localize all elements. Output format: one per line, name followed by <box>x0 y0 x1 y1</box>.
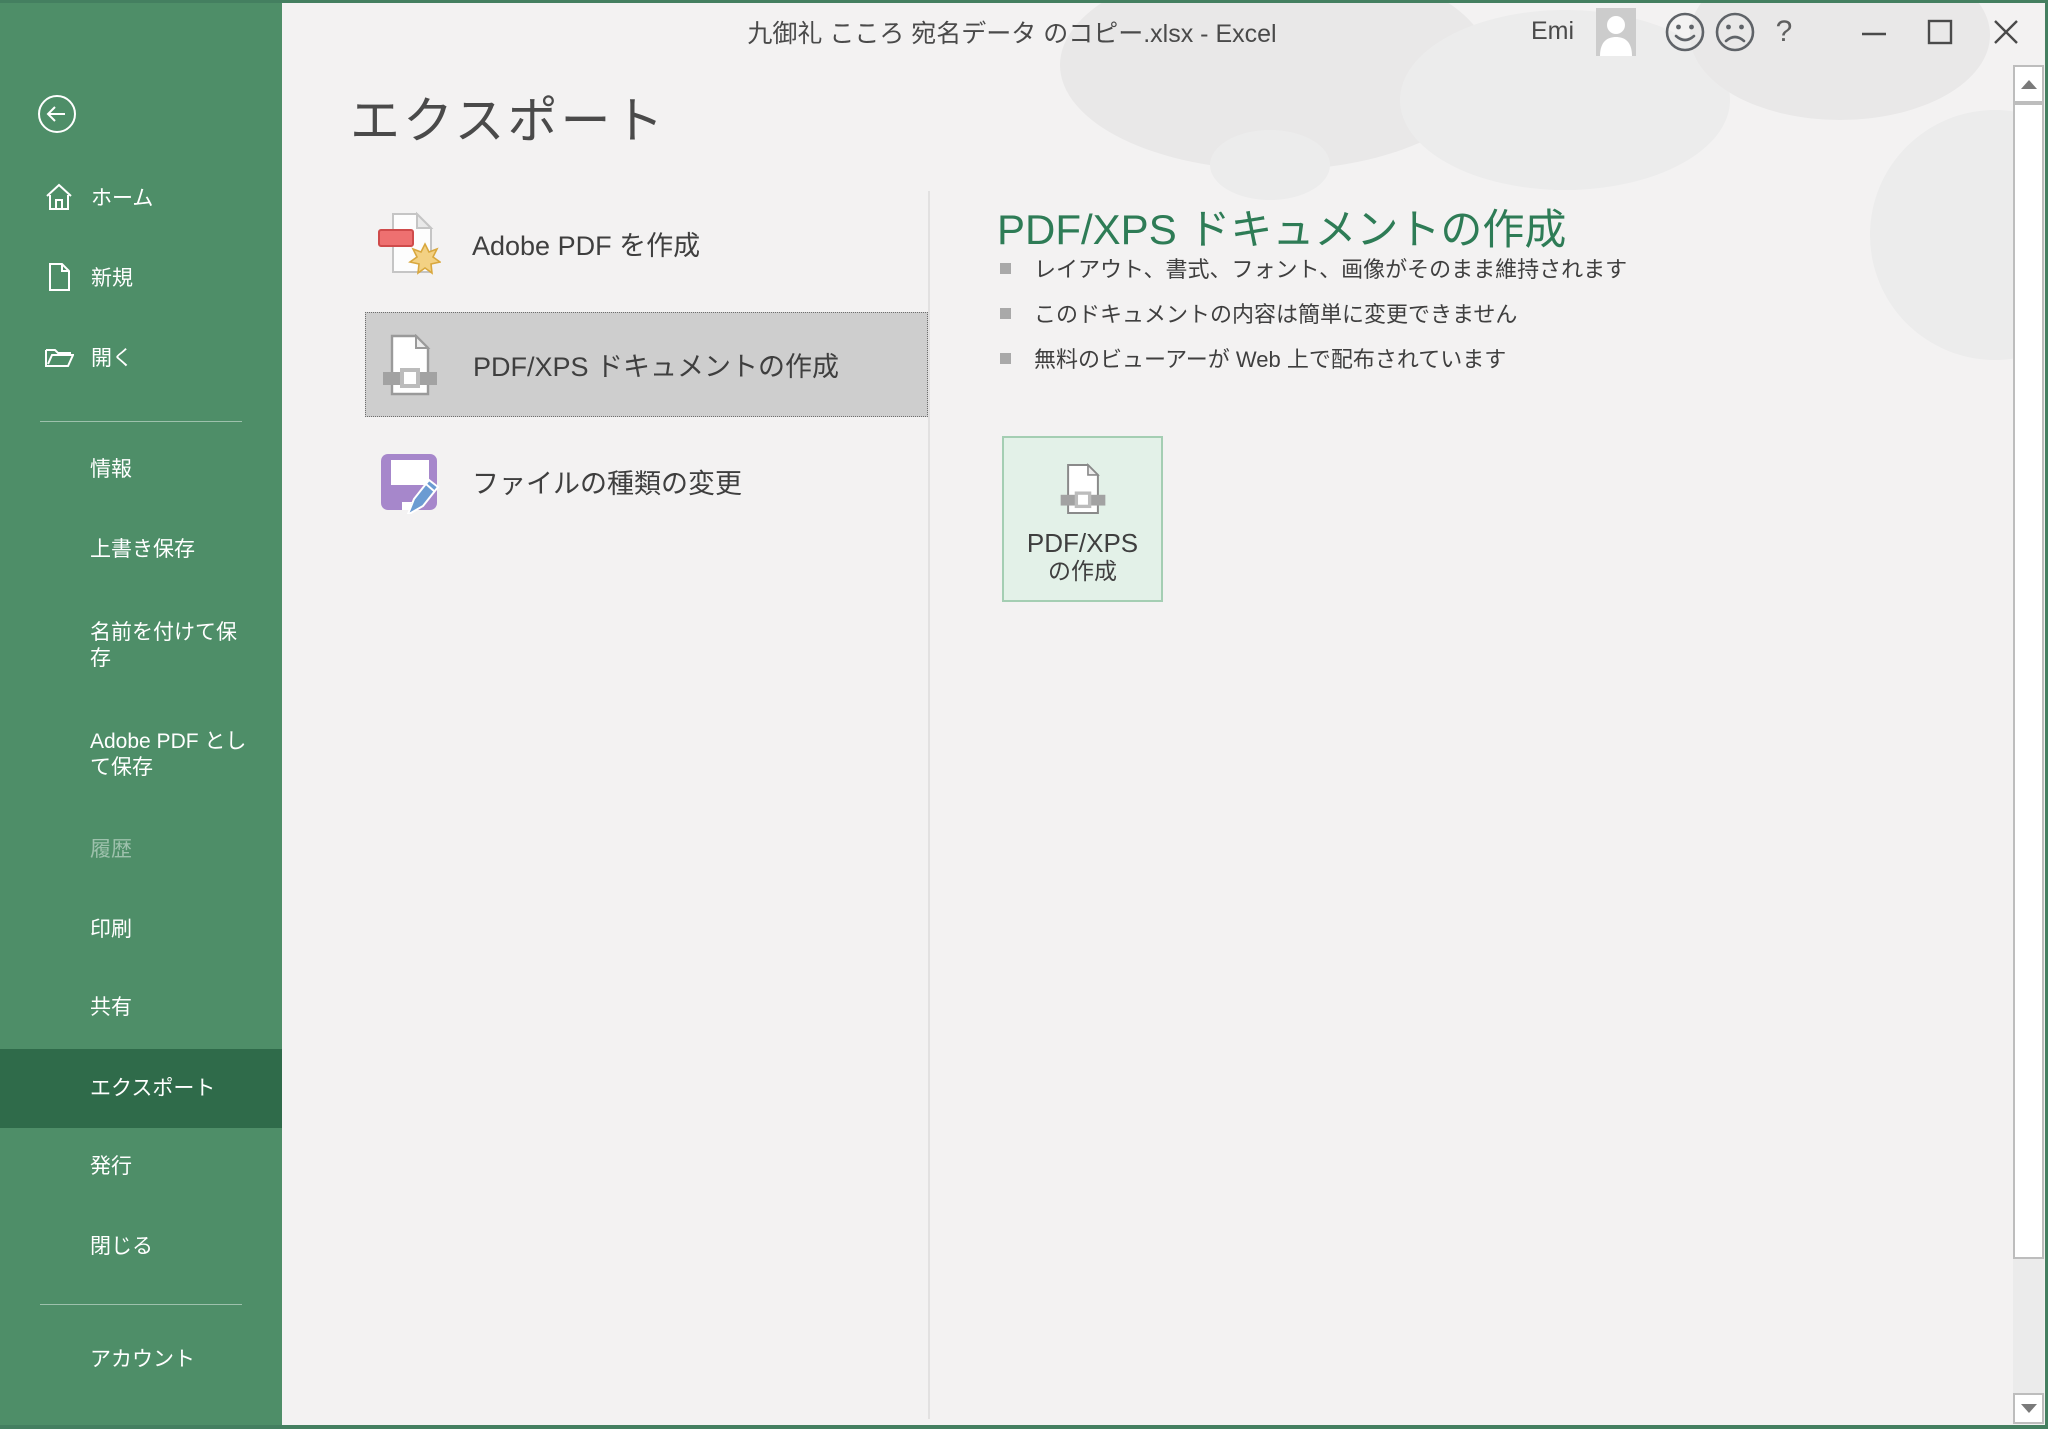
vertical-scrollbar <box>2013 65 2044 1424</box>
excel-backstage-window: 九御礼 こころ 宛名データ のコピー.xlsx - Excel Emi <box>0 0 2048 1429</box>
backstage-sidebar: ホーム 新規 開く 情報 上書き保存 名前を付けて保存 Adob <box>0 0 282 1429</box>
export-page: エクスポート Adobe PDF を作成 <box>282 63 2014 1425</box>
feedback-frown-icon[interactable] <box>1714 11 1756 53</box>
sidebar-item-label: 開く <box>91 342 133 372</box>
sidebar-item-save-as-adobe-pdf[interactable]: Adobe PDF として保存 <box>0 729 282 781</box>
bullet-square-icon <box>1000 308 1011 319</box>
page-title: エクスポート <box>350 81 667 153</box>
detail-bullet: レイアウト、書式、フォント、画像がそのまま維持されます <box>1000 254 1627 282</box>
sidebar-item-print[interactable]: 印刷 <box>0 917 282 943</box>
sidebar-divider <box>40 421 242 422</box>
new-document-icon <box>44 262 74 292</box>
pdf-xps-document-icon <box>1059 460 1107 521</box>
bullet-square-icon <box>1000 263 1011 274</box>
sidebar-item-label: 新規 <box>91 262 133 292</box>
titlebar-controls: Emi <box>1531 0 2028 63</box>
scrollbar-thumb[interactable] <box>2013 103 2044 1259</box>
sidebar-item-history: 履歴 <box>0 837 282 863</box>
window-title: 九御礼 こころ 宛名データ のコピー.xlsx - Excel <box>282 0 1742 63</box>
change-file-type-icon <box>377 448 441 514</box>
open-folder-icon <box>44 342 74 372</box>
option-create-pdf-xps[interactable]: PDF/XPS ドキュメントの作成 <box>365 312 928 417</box>
option-label: Adobe PDF を作成 <box>472 224 700 263</box>
sidebar-item-save-as[interactable]: 名前を付けて保存 <box>0 620 282 672</box>
detail-bullet: 無料のビューアーが Web 上で配布されています <box>1000 344 1506 372</box>
option-change-file-type[interactable]: ファイルの種類の変更 <box>365 428 928 534</box>
sidebar-item-close[interactable]: 閉じる <box>0 1234 282 1260</box>
sidebar-item-open[interactable]: 開く <box>0 340 282 374</box>
button-label-line1: PDF/XPS <box>1027 529 1138 557</box>
detail-heading: PDF/XPS ドキュメントの作成 <box>997 196 1566 257</box>
sidebar-divider <box>40 1304 242 1305</box>
sidebar-item-label: ホーム <box>91 182 153 212</box>
sidebar-item-save[interactable]: 上書き保存 <box>0 537 282 563</box>
bullet-square-icon <box>1000 353 1011 364</box>
sidebar-item-publish[interactable]: 発行 <box>0 1154 282 1180</box>
adobe-pdf-icon <box>377 210 441 276</box>
pdf-xps-document-icon <box>378 332 442 398</box>
feedback-smile-icon[interactable] <box>1664 11 1706 53</box>
sidebar-item-info[interactable]: 情報 <box>0 457 282 483</box>
detail-bullet: このドキュメントの内容は簡単に変更できません <box>1000 299 1517 327</box>
user-avatar-icon[interactable] <box>1596 8 1636 56</box>
sidebar-item-account[interactable]: アカウント <box>0 1347 282 1373</box>
help-icon[interactable]: ? <box>1764 11 1804 53</box>
option-label: ファイルの種類の変更 <box>472 462 742 501</box>
sidebar-item-share[interactable]: 共有 <box>0 995 282 1021</box>
option-label: PDF/XPS ドキュメントの作成 <box>473 345 839 384</box>
sidebar-item-new[interactable]: 新規 <box>0 260 282 294</box>
window-border <box>0 1425 2048 1429</box>
scroll-up-icon[interactable] <box>2013 65 2044 103</box>
sidebar-item-export[interactable]: エクスポート <box>0 1049 282 1128</box>
option-create-adobe-pdf[interactable]: Adobe PDF を作成 <box>365 190 928 296</box>
maximize-icon[interactable] <box>1918 11 1962 53</box>
button-label-line2: の作成 <box>1048 557 1117 585</box>
titlebar: 九御礼 こころ 宛名データ のコピー.xlsx - Excel Emi <box>282 0 2048 63</box>
scroll-down-icon[interactable] <box>2013 1393 2044 1424</box>
minimize-icon[interactable] <box>1852 11 1896 53</box>
window-border <box>0 0 2048 3</box>
content-divider <box>928 191 930 1419</box>
account-user-name[interactable]: Emi <box>1531 17 1574 46</box>
back-button[interactable] <box>37 94 77 134</box>
home-icon <box>44 182 74 212</box>
create-pdf-xps-button[interactable]: PDF/XPS の作成 <box>1002 436 1163 602</box>
close-icon[interactable] <box>1984 11 2028 53</box>
sidebar-item-home[interactable]: ホーム <box>0 180 282 214</box>
